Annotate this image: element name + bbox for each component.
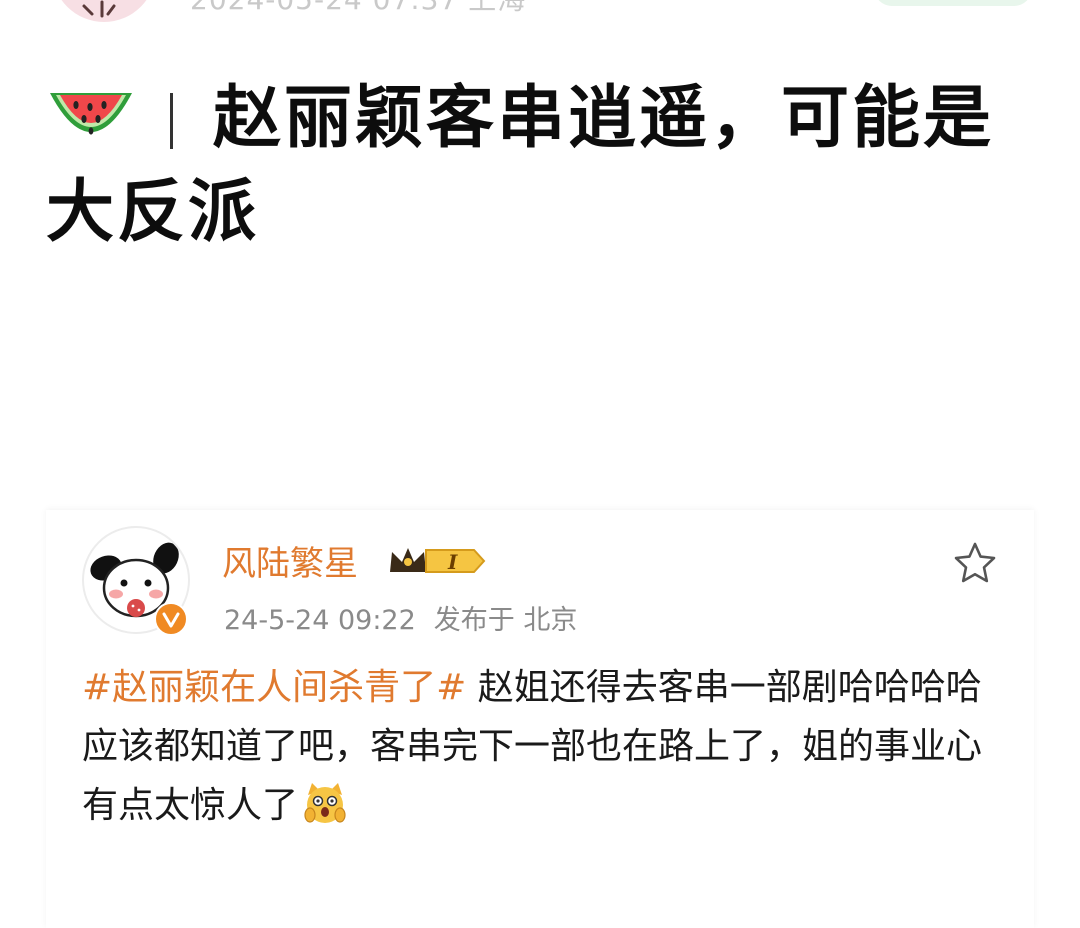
top-avatar[interactable] xyxy=(52,0,156,22)
post-meta: 24-5-24 09:22 发布于 北京 xyxy=(224,598,577,637)
post-timestamp: 24-5-24 09:22 xyxy=(224,605,416,636)
post-body: #赵丽颖在人间杀青了# 赵姐还得去客串一部剧哈哈哈哈应该都知道了吧，客串完下一部… xyxy=(82,658,982,835)
hashtag-link[interactable]: #赵丽颖在人间杀青了# xyxy=(82,667,466,708)
article-title: 赵丽颖客串逍遥，可能是大反派 xyxy=(46,72,1036,260)
watermelon-icon xyxy=(46,79,136,149)
avatar-doodle-icon xyxy=(82,0,116,18)
username[interactable]: 风陆繁星 xyxy=(222,536,358,585)
favorite-star-icon[interactable] xyxy=(952,540,998,586)
follow-button[interactable] xyxy=(874,0,1032,6)
verified-badge-icon xyxy=(154,602,188,636)
title-divider xyxy=(170,93,173,149)
vip-crown-badge-icon: I xyxy=(390,548,486,574)
title-text: 赵丽颖客串逍遥，可能是大反派 xyxy=(46,79,995,252)
svg-text:I: I xyxy=(447,550,458,574)
post-location: 发布于 北京 xyxy=(433,605,578,636)
shocked-cat-icon xyxy=(302,781,348,827)
weibo-post-card[interactable]: 风陆繁星 I 24-5-24 09:22 发布于 北京 #赵丽颖在人间杀青了# 赵… xyxy=(46,510,1034,928)
top-post-meta: 2024-05-24 07:37 上海 xyxy=(190,0,526,18)
